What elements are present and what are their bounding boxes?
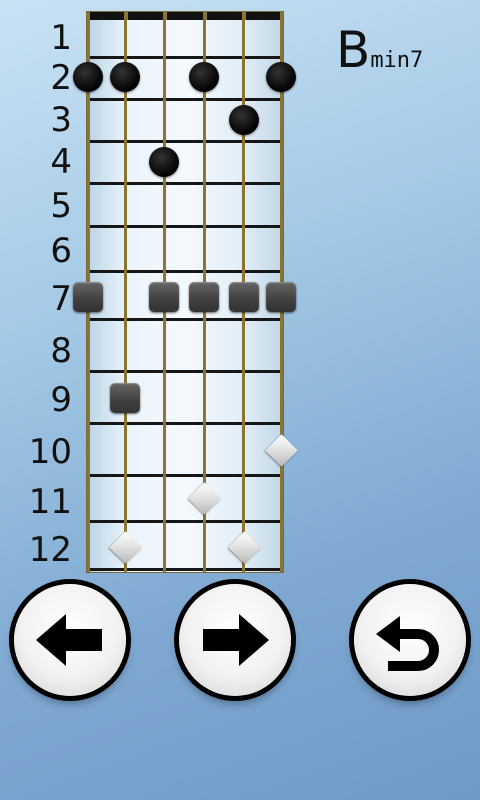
fret-line (87, 140, 283, 143)
fret-number: 10 (28, 432, 72, 472)
fret-line (87, 56, 283, 59)
fret-number: 5 (50, 186, 72, 226)
note-marker-square (266, 282, 296, 312)
note-marker-circle (229, 105, 259, 135)
fret-line (87, 98, 283, 101)
chord-quality: min7 (370, 48, 424, 73)
fret-line (87, 520, 283, 523)
fret-number: 3 (50, 100, 72, 140)
fret-number: 4 (50, 142, 72, 182)
fret-line (87, 182, 283, 185)
note-marker-circle (266, 62, 296, 92)
fret-line (87, 225, 283, 228)
fret-number: 8 (50, 331, 72, 371)
note-marker-square (149, 282, 179, 312)
note-marker-circle (73, 62, 103, 92)
note-marker-square (73, 282, 103, 312)
arrow-left-icon (36, 614, 102, 666)
fret-number: 12 (28, 530, 72, 570)
chord-name: Bmin7 (336, 22, 423, 78)
back-button[interactable] (354, 584, 466, 696)
fret-number: 2 (50, 58, 72, 98)
note-marker-circle (189, 62, 219, 92)
fret-line (87, 370, 283, 373)
note-marker-square (110, 383, 140, 413)
string-line (124, 12, 127, 572)
fret-number: 11 (28, 482, 72, 522)
note-marker-square (189, 282, 219, 312)
next-button[interactable] (179, 584, 291, 696)
return-icon (376, 616, 439, 671)
chord-root: B (336, 21, 371, 79)
fret-number: 1 (50, 18, 72, 58)
fret-number: 6 (50, 231, 72, 271)
fret-number: 9 (50, 380, 72, 420)
fret-line (87, 568, 283, 571)
nut (87, 12, 283, 20)
arrow-right-icon (203, 614, 269, 666)
note-marker-circle (110, 62, 140, 92)
fret-line (87, 270, 283, 273)
fret-line (87, 474, 283, 477)
fret-line (87, 318, 283, 321)
note-marker-circle (149, 147, 179, 177)
chord-viewer: 1 2 3 4 5 6 7 8 9 10 11 12 Bmin7 (0, 0, 480, 800)
previous-button[interactable] (14, 584, 126, 696)
note-marker-square (229, 282, 259, 312)
fret-line (87, 422, 283, 425)
fret-number: 7 (50, 279, 72, 319)
